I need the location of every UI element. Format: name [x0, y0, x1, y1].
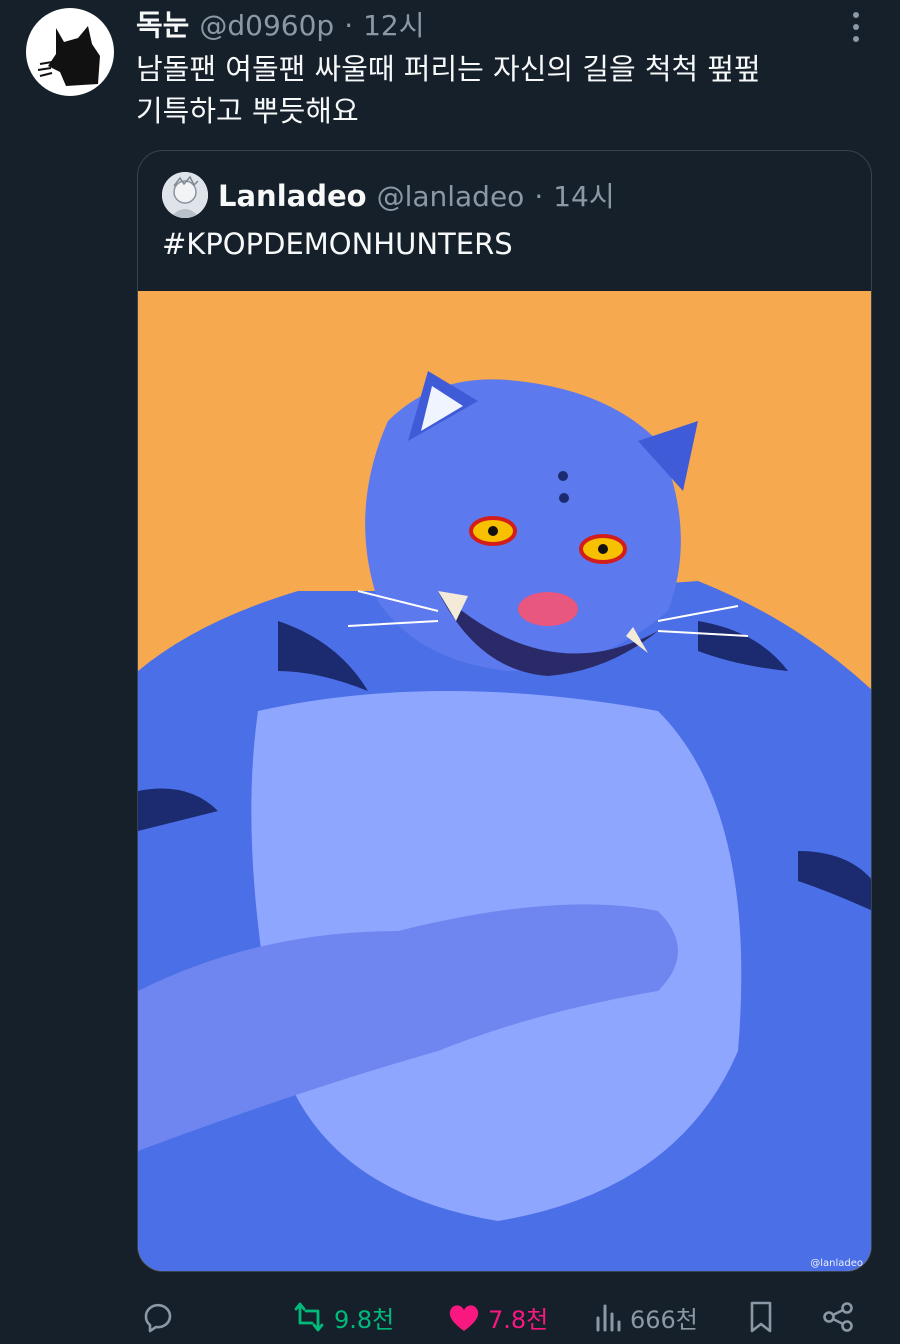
reply-button[interactable]: [140, 1290, 176, 1344]
more-options-button[interactable]: [842, 10, 870, 44]
retweet-icon: [294, 1302, 324, 1332]
cat-silhouette-icon: [37, 26, 100, 86]
author-avatar[interactable]: [26, 8, 114, 96]
author-display-name[interactable]: 독눈: [136, 2, 189, 44]
views-count: 666천: [630, 1305, 698, 1334]
quoted-author-handle[interactable]: @lanladeo: [377, 180, 525, 213]
blue-tiger-illustration: [138, 291, 871, 1271]
post-header: 독눈 @d0960p · 12시: [136, 2, 424, 42]
separator-dot: ·: [534, 180, 544, 213]
quoted-post-header: Lanladeo @lanladeo · 14시: [218, 175, 615, 215]
views-button[interactable]: 666천: [594, 1290, 698, 1344]
quoted-post-timestamp[interactable]: 14시: [553, 175, 614, 215]
more-dot-icon: [853, 12, 859, 18]
like-button[interactable]: 7.8천: [446, 1290, 548, 1344]
share-button[interactable]: [820, 1290, 856, 1344]
retweet-button[interactable]: 9.8천: [290, 1290, 394, 1344]
post-text-line: 남돌팬 여돌팬 싸울때 퍼리는 자신의 길을 척척 펖펖: [136, 52, 761, 86]
quoted-post-card[interactable]: Lanladeo @lanladeo · 14시 #KPOPDEMONHUNTE…: [137, 150, 872, 1272]
bookmark-button[interactable]: [746, 1290, 776, 1344]
character-avatar-icon: [162, 172, 208, 218]
quoted-author-display-name[interactable]: Lanladeo: [218, 179, 367, 213]
heart-icon: [449, 1305, 479, 1331]
like-count: 7.8천: [488, 1305, 549, 1334]
retweet-count: 9.8천: [334, 1305, 395, 1334]
post-text-line: 기특하고 뿌듯해요: [136, 94, 359, 128]
quoted-author-avatar[interactable]: [162, 172, 208, 218]
bar-chart-icon: [596, 1304, 621, 1332]
quoted-post-hashtag[interactable]: #KPOPDEMONHUNTERS: [162, 227, 513, 261]
quoted-post-image[interactable]: @lanladeo: [138, 291, 871, 1271]
speech-bubble-icon: [144, 1303, 172, 1333]
author-handle[interactable]: @d0960p: [199, 9, 334, 42]
post-timestamp[interactable]: 12시: [363, 4, 424, 44]
post-action-bar: 9.8천 7.8천 666천: [0, 1290, 900, 1344]
share-icon: [823, 1302, 853, 1332]
more-dot-icon: [853, 36, 859, 42]
post-text: 남돌팬 여돌팬 싸울때 퍼리는 자신의 길을 척척 펖펖 기특하고 뿌듯해요: [136, 48, 856, 132]
more-dot-icon: [853, 24, 859, 30]
image-watermark: @lanladeo: [810, 1258, 863, 1269]
bookmark-icon: [750, 1301, 772, 1333]
separator-dot: ·: [344, 9, 354, 42]
